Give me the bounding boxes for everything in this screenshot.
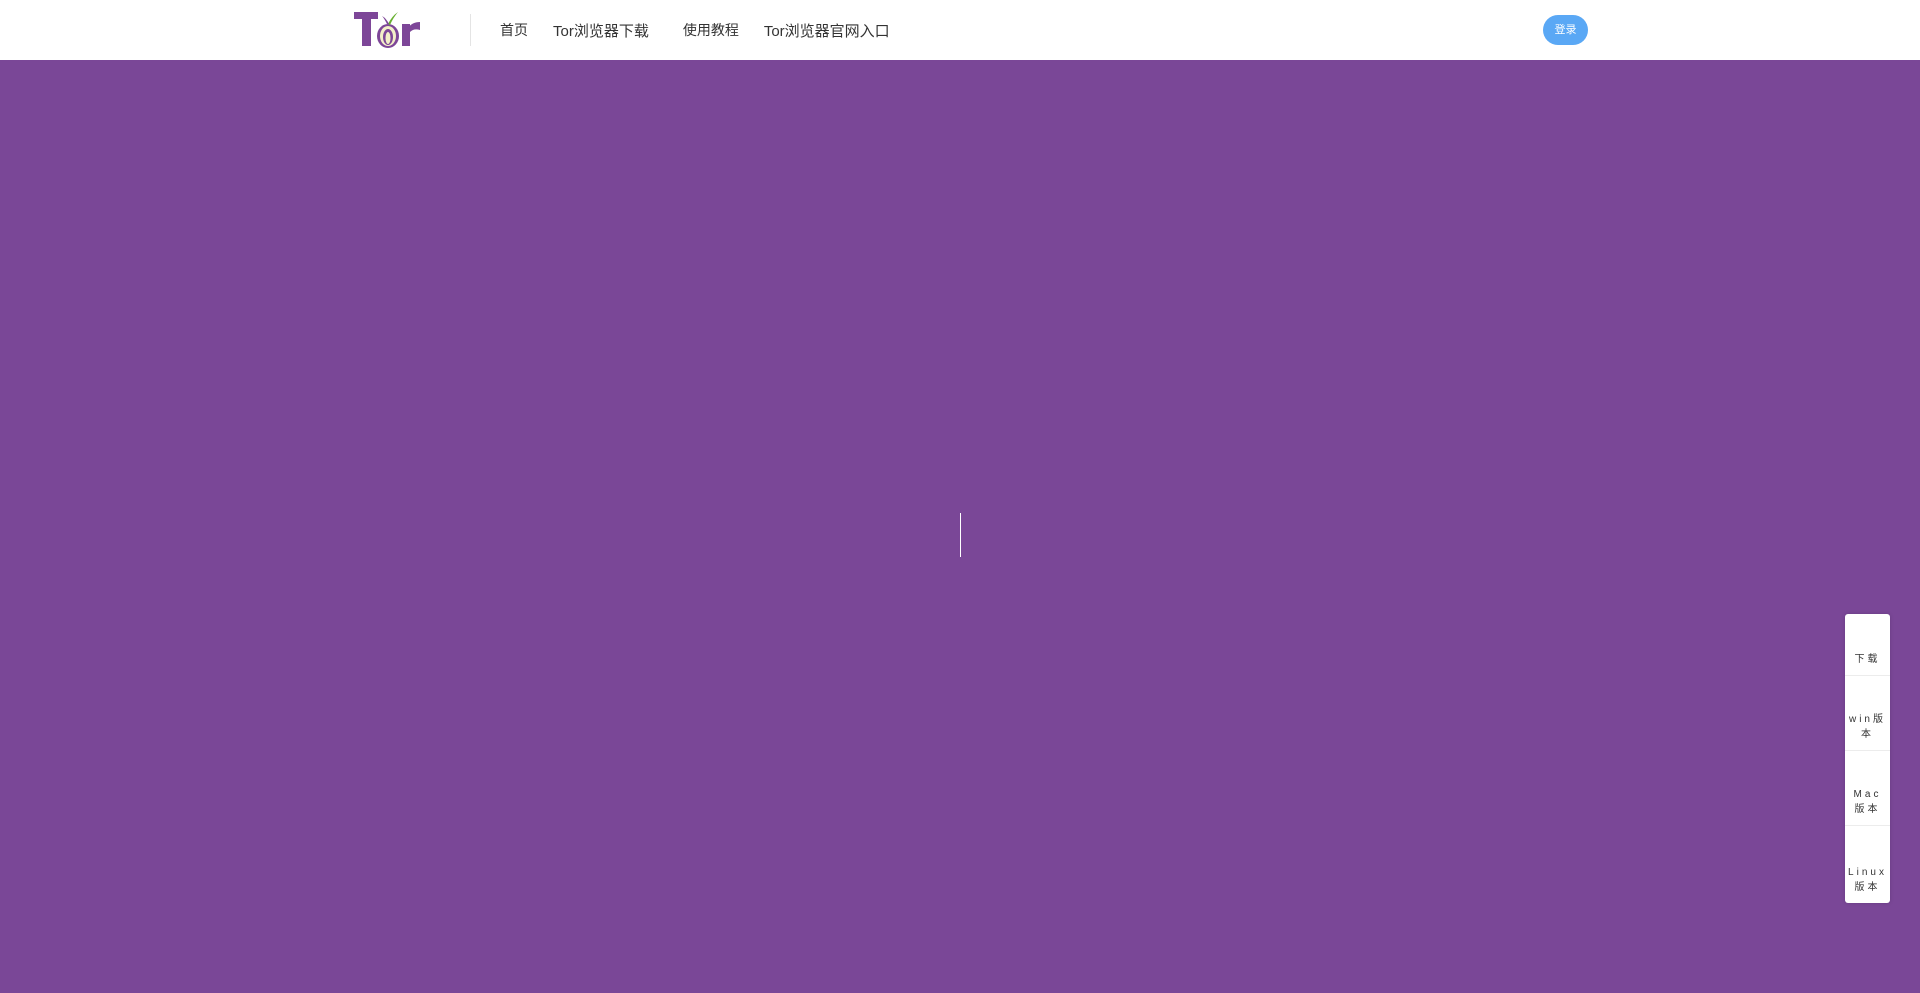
nav-tutorial[interactable]: 使用教程 <box>683 20 739 40</box>
side-item-label: 版本 <box>1854 804 1881 815</box>
nav-official-site[interactable]: Tor浏览器官网入口 <box>764 20 890 41</box>
nav-divider <box>470 14 471 46</box>
side-item-mac[interactable]: Mac 版本 <box>1845 751 1890 826</box>
top-navbar: 首页 Tor浏览器下载 使用教程 Tor浏览器官网入口 登录 <box>0 0 1920 60</box>
side-item-label: 版本 <box>1854 882 1881 893</box>
nav-tor-download[interactable]: Tor浏览器下载 <box>553 20 649 41</box>
download-side-panel: 下载 win版 本 Mac 版本 Linux 版本 <box>1845 614 1890 903</box>
nav-home[interactable]: 首页 <box>500 20 528 40</box>
side-item-windows[interactable]: win版 本 <box>1845 676 1890 751</box>
side-item-label: Linux <box>1848 867 1887 878</box>
side-item-label: 下载 <box>1854 654 1881 665</box>
typing-cursor <box>960 513 961 557</box>
main-nav: 首页 Tor浏览器下载 使用教程 Tor浏览器官网入口 <box>500 0 915 60</box>
side-item-label: Mac <box>1853 789 1882 800</box>
side-item-download[interactable]: 下载 <box>1845 614 1890 676</box>
login-button[interactable]: 登录 <box>1543 15 1588 45</box>
hero-banner <box>0 60 1920 993</box>
side-item-label: 本 <box>1861 729 1874 740</box>
side-item-linux[interactable]: Linux 版本 <box>1845 826 1890 903</box>
side-item-label: win版 <box>1848 714 1886 725</box>
tor-logo[interactable] <box>352 8 420 50</box>
